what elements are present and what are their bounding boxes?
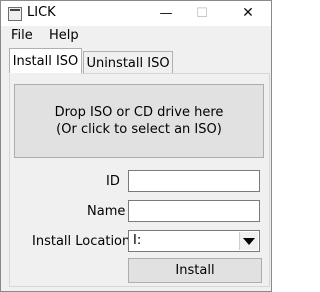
minimize-button[interactable]: — [151, 3, 181, 23]
install-button[interactable]: Install [128, 258, 262, 283]
id-label: ID [106, 174, 120, 189]
chevron-down-icon[interactable] [239, 232, 258, 250]
iso-drop-zone[interactable]: Drop ISO or CD drive here (Or click to s… [14, 84, 264, 158]
maximize-button[interactable]: ☐ [187, 3, 217, 23]
tab-bar: Install ISO Uninstall ISO [1, 47, 271, 74]
drop-zone-text: Drop ISO or CD drive here [54, 105, 224, 120]
menu-file[interactable]: File [11, 28, 33, 43]
tab-uninstall-iso[interactable]: Uninstall ISO [83, 51, 173, 74]
tab-install-iso[interactable]: Install ISO [9, 48, 82, 73]
menu-bar: File Help [1, 26, 271, 46]
close-button[interactable]: ✕ [233, 3, 263, 23]
install-location-value: I: [133, 233, 142, 248]
name-label: Name [87, 204, 126, 219]
install-location-select[interactable]: I: [128, 230, 260, 252]
id-input[interactable] [128, 170, 260, 192]
app-window: LICK — ☐ ✕ File Help Install ISO Uninsta… [0, 0, 272, 292]
menu-help[interactable]: Help [49, 28, 79, 43]
install-panel: Drop ISO or CD drive here (Or click to s… [9, 73, 270, 287]
name-input[interactable] [128, 200, 260, 222]
install-location-label: Install Location [32, 234, 131, 249]
window-title: LICK [27, 5, 56, 20]
title-bar[interactable]: LICK — ☐ ✕ [1, 1, 271, 26]
app-window-icon [8, 7, 22, 21]
drop-zone-subtext: (Or click to select an ISO) [56, 122, 222, 137]
